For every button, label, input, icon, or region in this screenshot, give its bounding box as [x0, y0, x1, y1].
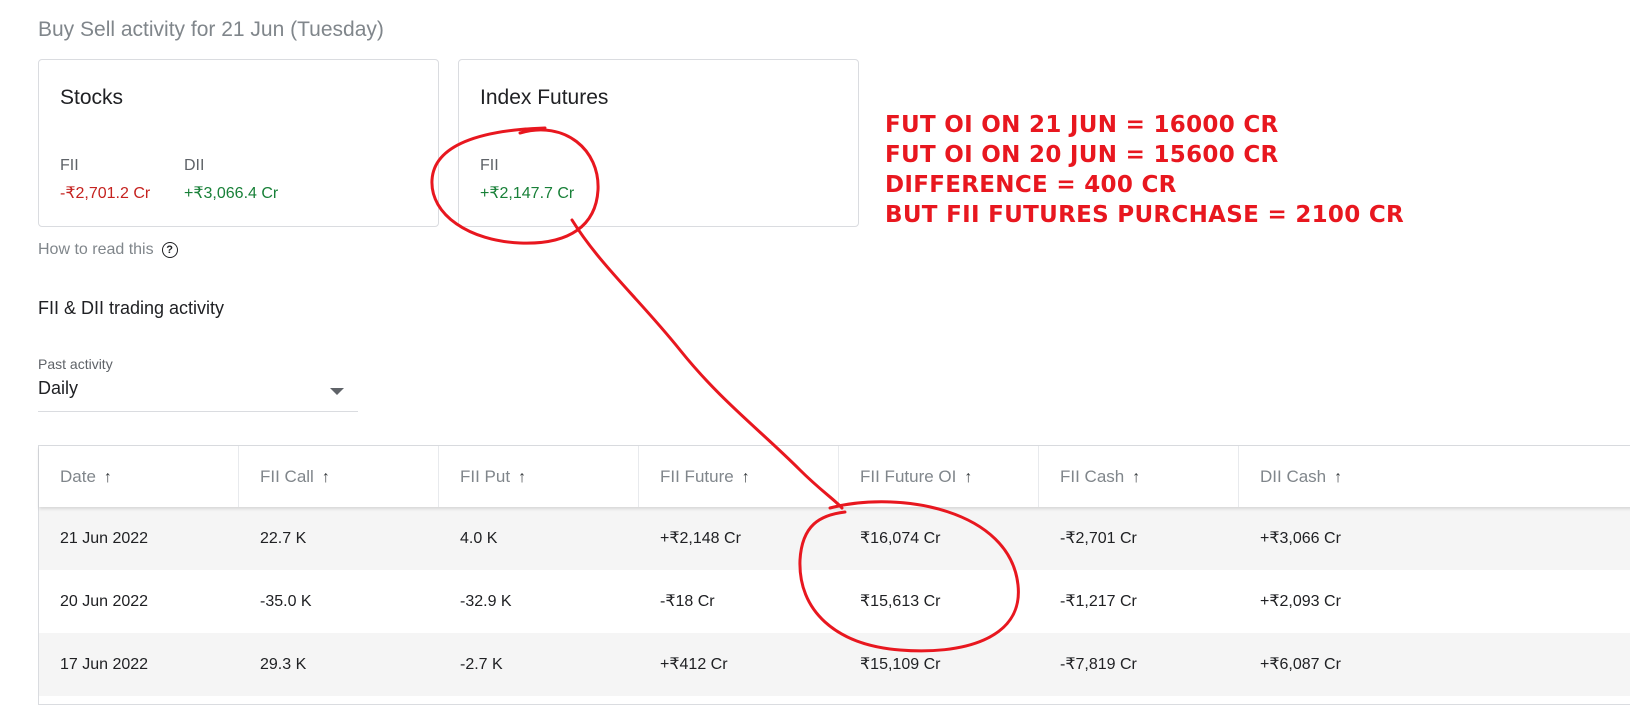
help-circle-icon[interactable]: ?	[161, 242, 178, 258]
column-header-date[interactable]: Date ↑	[39, 446, 239, 507]
column-header-fii-future[interactable]: FII Future ↑	[639, 446, 839, 507]
page-heading: Buy Sell activity for 21 Jun (Tuesday)	[38, 18, 384, 41]
index-futures-card-title: Index Futures	[480, 86, 609, 109]
annotation-line: DIFFERENCE = 400 CR	[885, 172, 1177, 198]
cell-fii-call: 22.7 K	[260, 530, 307, 547]
cell-dii-cash: +₹6,087 Cr	[1260, 656, 1341, 673]
cell-fii-put: -32.9 K	[460, 593, 512, 610]
cell-fii-put: -2.7 K	[460, 656, 503, 673]
cell-fii-call: 29.3 K	[260, 656, 307, 673]
section-title: FII & DII trading activity	[38, 298, 225, 318]
caret-down-icon	[330, 388, 344, 395]
sort-arrow-icon: ↑	[964, 469, 973, 486]
column-header-fii-put[interactable]: FII Put ↑	[439, 446, 639, 507]
past-activity-value: Daily	[38, 378, 79, 398]
table-row[interactable]: 17 Jun 2022 29.3 K -2.7 K +₹412 Cr ₹15,1…	[39, 633, 1630, 696]
stocks-fii-value: -₹2,701.2 Cr	[60, 185, 151, 202]
stocks-card-title: Stocks	[60, 86, 124, 109]
cell-fii-future-oi: ₹16,074 Cr	[860, 530, 941, 547]
annotation-line: FUT OI ON 20 JUN = 15600 CR	[885, 142, 1279, 168]
sort-arrow-icon: ↑	[741, 469, 750, 486]
cell-date: 17 Jun 2022	[60, 656, 149, 673]
column-header-fii-cash[interactable]: FII Cash ↑	[1039, 446, 1239, 507]
index-futures-card[interactable]: Index Futures FII +₹2,147.7 Cr	[458, 59, 859, 227]
cell-dii-cash: +₹2,093 Cr	[1260, 593, 1341, 610]
sort-arrow-icon: ↑	[321, 469, 330, 486]
handwritten-annotation: FUT OI ON 21 JUN = 16000 CR FUT OI ON 20…	[885, 110, 1404, 230]
cell-date: 20 Jun 2022	[60, 593, 149, 610]
column-header-fii-future-oi[interactable]: FII Future OI ↑	[839, 446, 1039, 507]
sort-arrow-icon: ↑	[1334, 469, 1343, 486]
how-to-read-label: How to read this	[38, 241, 154, 258]
sort-arrow-icon: ↑	[1132, 469, 1141, 486]
sort-arrow-icon: ↑	[518, 469, 527, 486]
past-activity-label: Past activity	[38, 356, 113, 372]
cell-fii-cash: -₹7,819 Cr	[1060, 656, 1137, 673]
cell-fii-future: -₹18 Cr	[660, 593, 715, 610]
stocks-dii-label: DII	[184, 157, 205, 174]
column-header-fii-call[interactable]: FII Call ↑	[239, 446, 439, 507]
past-activity-dropdown[interactable]: Daily	[38, 378, 358, 412]
table-header: Date ↑ FII Call ↑ FII Put ↑ FII Future ↑ FII…	[39, 446, 1630, 507]
how-to-read-link[interactable]: How to read this ?	[38, 241, 178, 259]
cell-fii-future-oi: ₹15,109 Cr	[860, 656, 941, 673]
stocks-fii-label: FII	[60, 157, 79, 174]
cell-fii-put: 4.0 K	[460, 530, 498, 547]
stocks-card[interactable]: Stocks FII -₹2,701.2 Cr DII +₹3,066.4 Cr	[38, 59, 439, 227]
stocks-dii-value: +₹3,066.4 Cr	[184, 185, 279, 202]
table-row[interactable]: 20 Jun 2022 -35.0 K -32.9 K -₹18 Cr ₹15,…	[39, 570, 1630, 633]
table-row[interactable]: 21 Jun 2022 22.7 K 4.0 K +₹2,148 Cr ₹16,…	[39, 507, 1630, 570]
activity-table: Date ↑ FII Call ↑ FII Put ↑ FII Future ↑ FII…	[38, 445, 1630, 705]
annotation-line: FUT OI ON 21 JUN = 16000 CR	[885, 112, 1279, 138]
cell-fii-future: +₹412 Cr	[660, 656, 728, 673]
column-header-dii-cash[interactable]: DII Cash ↑	[1239, 446, 1630, 507]
cell-fii-cash: -₹2,701 Cr	[1060, 530, 1137, 547]
cell-fii-cash: -₹1,217 Cr	[1060, 593, 1137, 610]
index-futures-fii-label: FII	[480, 157, 499, 174]
cell-fii-call: -35.0 K	[260, 593, 312, 610]
cell-fii-future-oi: ₹15,613 Cr	[860, 593, 941, 610]
sort-arrow-icon: ↑	[103, 469, 112, 486]
cell-dii-cash: +₹3,066 Cr	[1260, 530, 1341, 547]
index-futures-fii-value: +₹2,147.7 Cr	[480, 185, 575, 202]
cell-date: 21 Jun 2022	[60, 530, 149, 547]
annotation-line: BUT FII FUTURES PURCHASE = 2100 CR	[885, 202, 1405, 228]
cell-fii-future: +₹2,148 Cr	[660, 530, 741, 547]
